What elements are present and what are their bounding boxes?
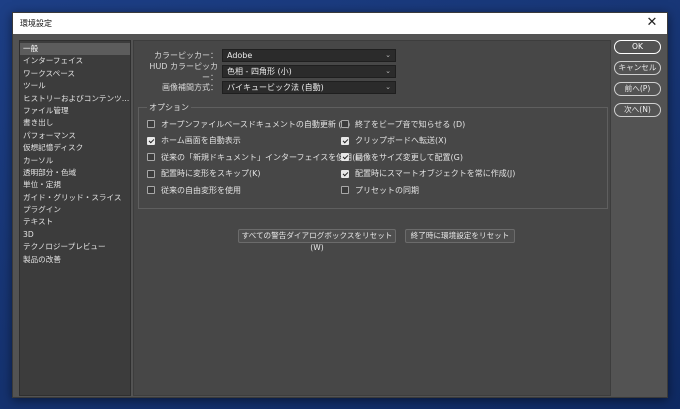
checkbox-unchecked-icon[interactable] (147, 169, 155, 178)
option-checkbox-row[interactable]: クリップボードへ転送(X) (341, 135, 447, 147)
ok-button[interactable]: OK (614, 40, 661, 54)
checkbox-unchecked-icon[interactable] (341, 186, 349, 194)
checkbox-checked-icon[interactable] (147, 136, 155, 145)
cancel-button[interactable]: キャンセル (614, 61, 661, 75)
sidebar-item[interactable]: カーソル (20, 155, 130, 167)
preferences-dialog: 環境設定 ✕ 一般 インターフェイス ワークスペース ツール ヒストリーおよびコンテンツ… (12, 12, 668, 398)
option-label: 配置時にスマートオブジェクトを常に作成(J) (355, 169, 516, 178)
sidebar-item[interactable]: インターフェイス (20, 55, 130, 67)
checkbox-unchecked-icon[interactable] (147, 120, 155, 128)
option-label: ホーム画面を自動表示 (161, 136, 241, 145)
option-checkbox-row[interactable]: プリセットの同期 (341, 184, 419, 196)
sidebar-item[interactable]: 透明部分・色域 (20, 167, 130, 179)
color-picker-label: カラーピッカー： (154, 51, 218, 60)
sidebar-item[interactable]: ワークスペース (20, 68, 130, 80)
chevron-down-icon: ⌄ (385, 51, 391, 59)
option-label: 従来の自由変形を使用 (161, 185, 241, 195)
checkbox-checked-icon[interactable] (341, 153, 349, 161)
option-checkbox-row[interactable]: 従来の「新規ドキュメント」インターフェイスを使用(L) (147, 151, 363, 163)
option-label: 配置時に変形をスキップ(K) (161, 169, 261, 178)
option-checkbox-row[interactable]: オープンファイルベースドキュメントの自動更新 (A) (147, 118, 350, 130)
color-picker-select[interactable]: Adobe ⌄ (222, 49, 396, 62)
sidebar-item[interactable]: プラグイン (20, 204, 130, 216)
color-picker-value: Adobe (227, 51, 253, 60)
option-label: オープンファイルベースドキュメントの自動更新 (A) (161, 119, 351, 129)
interpolation-value: バイキュービック法 (自動) (227, 83, 324, 92)
sidebar-item[interactable]: テクノロジープレビュー (20, 241, 130, 253)
option-checkbox-row[interactable]: 従来の自由変形を使用 (147, 184, 241, 196)
option-checkbox-row[interactable]: 終了をビープ音で知らせる (D) (341, 118, 465, 130)
sidebar-item[interactable]: ツール (20, 80, 130, 92)
hud-color-picker-value: 色相 - 四角形 (小) (227, 67, 292, 76)
preferences-category-list: 一般インターフェイスワークスペースツールヒストリーおよびコンテンツ認証...ファ… (19, 40, 131, 396)
dialog-body: 一般インターフェイスワークスペースツールヒストリーおよびコンテンツ認証...ファ… (13, 34, 667, 397)
sidebar-item[interactable]: 製品の改善 (20, 254, 130, 266)
option-label: 終了をビープ音で知らせる (D) (355, 119, 466, 129)
option-checkbox-row[interactable]: 画像をサイズ変更して配置(G) (341, 151, 463, 163)
checkbox-unchecked-icon[interactable] (147, 153, 155, 161)
hud-color-picker-label: HUD カラーピッカー： (149, 61, 218, 82)
general-settings-panel: カラーピッカー： Adobe ⌄ HUD カラーピッカー： 色相 - 四角形 (… (133, 40, 611, 396)
hud-color-picker-select[interactable]: 色相 - 四角形 (小) ⌄ (222, 65, 396, 78)
checkbox-unchecked-icon[interactable] (147, 186, 155, 194)
window-title: 環境設定 (20, 19, 52, 28)
option-checkbox-row[interactable]: 配置時に変形をスキップ(K) (147, 168, 261, 180)
option-label: 画像をサイズ変更して配置(G) (355, 152, 463, 162)
chevron-down-icon: ⌄ (385, 67, 391, 75)
sidebar-item[interactable]: テキスト (20, 216, 130, 228)
prev-button[interactable]: 前へ(P) (614, 82, 661, 96)
option-label: クリップボードへ転送(X) (355, 136, 447, 145)
sidebar-item[interactable]: 単位・定規 (20, 179, 130, 191)
title-bar: 環境設定 ✕ (13, 13, 667, 34)
sidebar-item[interactable]: 書き出し (20, 117, 130, 129)
option-label: 従来の「新規ドキュメント」インターフェイスを使用(L) (161, 152, 363, 162)
next-button[interactable]: 次へ(N) (614, 103, 661, 117)
chevron-down-icon: ⌄ (385, 83, 391, 91)
sidebar-item[interactable]: ガイド・グリッド・スライス (20, 192, 130, 204)
sidebar-item[interactable]: 3D (20, 229, 130, 241)
close-icon[interactable]: ✕ (645, 16, 659, 30)
interpolation-row: 画像補間方式： バイキュービック法 (自動) ⌄ (134, 81, 396, 94)
options-title: オプション (147, 102, 191, 113)
sidebar-item[interactable]: ファイル管理 (20, 105, 130, 117)
sidebar-item[interactable]: ヒストリーおよびコンテンツ認証... (20, 93, 130, 105)
interpolation-select[interactable]: バイキュービック法 (自動) ⌄ (222, 81, 396, 94)
checkbox-checked-icon[interactable] (341, 169, 349, 178)
options-group: オプション オープンファイルベースドキュメントの自動更新 (A) ホーム画面を自動… (138, 102, 608, 209)
option-label: プリセットの同期 (355, 185, 419, 195)
sidebar-item[interactable]: 仮想記憶ディスク (20, 142, 130, 154)
option-checkbox-row[interactable]: 配置時にスマートオブジェクトを常に作成(J) (341, 168, 515, 180)
interpolation-label: 画像補間方式： (162, 83, 218, 92)
dialog-actions: OK キャンセル 前へ(P) 次へ(N) (614, 40, 662, 124)
option-checkbox-row[interactable]: ホーム画面を自動表示 (147, 135, 241, 147)
sidebar-item[interactable]: 一般 (20, 43, 130, 56)
checkbox-unchecked-icon[interactable] (341, 120, 349, 128)
checkbox-checked-icon[interactable] (341, 136, 349, 145)
reset-warnings-button[interactable]: すべての警告ダイアログボックスをリセット (W) (238, 229, 396, 252)
sidebar-item[interactable]: パフォーマンス (20, 130, 130, 142)
hud-color-picker-row: HUD カラーピッカー： 色相 - 四角形 (小) ⌄ (134, 62, 396, 82)
reset-prefs-on-quit-button[interactable]: 終了時に環境設定をリセット (405, 229, 515, 243)
